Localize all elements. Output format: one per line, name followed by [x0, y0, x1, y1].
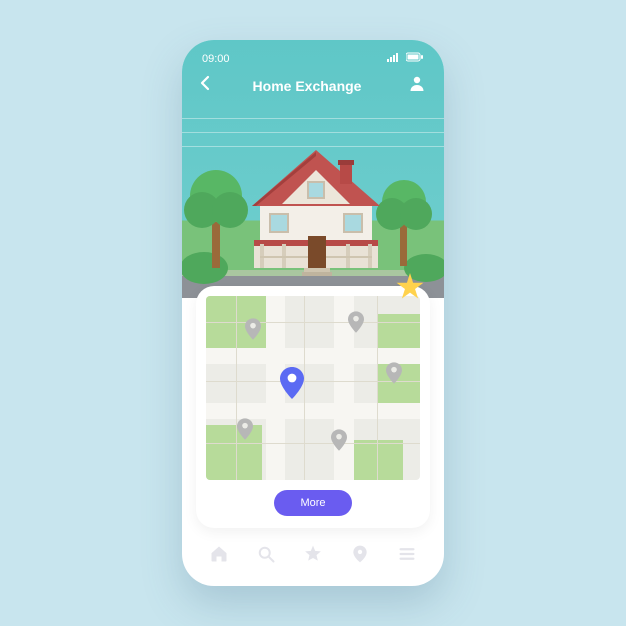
bottom-nav	[182, 530, 444, 586]
map-pin-icon[interactable]	[386, 362, 402, 384]
phone-frame: 09:00 Home Exchange	[182, 40, 444, 586]
nav-location-icon[interactable]	[349, 543, 371, 565]
hero-illustration: 09:00 Home Exchange	[182, 40, 444, 298]
map-pin-icon[interactable]	[331, 429, 347, 451]
map-pin-icon[interactable]	[245, 318, 261, 340]
house-illustration	[182, 118, 444, 298]
profile-icon[interactable]	[408, 74, 426, 97]
nav-menu-icon[interactable]	[396, 543, 418, 565]
status-indicators	[387, 52, 424, 65]
nav-favorites-icon[interactable]	[302, 543, 324, 565]
signal-icon	[387, 52, 401, 65]
nav-search-icon[interactable]	[255, 543, 277, 565]
page-title: Home Exchange	[216, 78, 398, 94]
status-time: 09:00	[202, 53, 230, 65]
more-button[interactable]: More	[274, 490, 351, 516]
nav-home-icon[interactable]	[208, 543, 230, 565]
map-view[interactable]	[206, 296, 420, 480]
back-icon[interactable]	[200, 75, 210, 96]
map-card: More	[196, 286, 430, 528]
map-pin-icon[interactable]	[237, 418, 253, 440]
app-header: Home Exchange	[182, 74, 444, 97]
map-pin-icon[interactable]	[348, 311, 364, 333]
status-bar: 09:00	[182, 52, 444, 65]
map-pin-selected-icon[interactable]	[280, 367, 304, 399]
battery-icon	[406, 52, 424, 65]
